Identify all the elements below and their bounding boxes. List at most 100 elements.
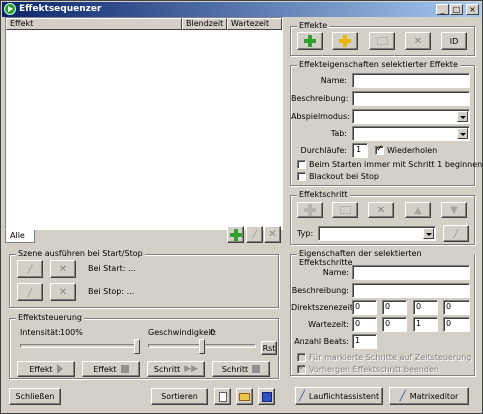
repeat-checkbox[interactable] — [375, 144, 384, 155]
app-icon — [4, 3, 16, 15]
chevron-down-icon[interactable] — [457, 128, 468, 139]
fade-time-label: Direktszenezeit: — [291, 303, 356, 312]
delete-icon: ✕ — [58, 263, 68, 275]
effects-group: Effekte ✕ ID — [290, 21, 475, 56]
add-effect-icon — [304, 35, 316, 47]
fade-time-ms[interactable]: 0 — [443, 300, 470, 315]
move-step-down-button[interactable]: ▼ — [441, 202, 467, 218]
sort-button[interactable]: Sortieren — [151, 388, 208, 405]
time-control-label: Für markierte Schritte auf Zeitsteuerung — [309, 353, 472, 362]
edit-step-button[interactable] — [332, 202, 358, 218]
stop-icon — [252, 365, 261, 373]
delete-step-icon: ✕ — [376, 204, 386, 216]
arrow-down-icon: ▼ — [450, 204, 458, 216]
close-button[interactable]: × — [466, 4, 479, 15]
blackout-checkbox[interactable] — [297, 172, 306, 181]
effect-desc-input[interactable] — [352, 91, 470, 106]
start-clear-button[interactable]: ✕ — [50, 260, 76, 278]
step-type-select[interactable] — [318, 226, 436, 241]
maximize-button[interactable]: □ — [450, 4, 463, 15]
wait-time-m[interactable]: 0 — [382, 317, 407, 332]
play-icon — [56, 364, 63, 374]
fast-forward-icon: ▶▶ — [184, 364, 199, 374]
open-file-button[interactable] — [236, 388, 253, 405]
add-step-button[interactable] — [297, 202, 323, 218]
new-file-button[interactable] — [214, 388, 231, 405]
delete-icon: ✕ — [268, 229, 277, 240]
move-step-up-button[interactable]: ▲ — [405, 202, 431, 218]
runs-input[interactable]: 1 — [352, 143, 368, 158]
beats-input[interactable]: 1 — [352, 334, 377, 349]
title-bar[interactable]: Effektsequenzer _ □ × — [2, 2, 481, 17]
intensity-slider-track[interactable] — [20, 344, 140, 348]
restart-label: Beim Starten immer mit Schritt 1 beginne… — [309, 160, 483, 169]
start-edit-button[interactable]: ╱ — [17, 260, 43, 278]
tab-select[interactable] — [352, 126, 470, 141]
effect-name-input[interactable] — [352, 73, 470, 88]
edit-step-type-button[interactable]: ╱ — [443, 225, 469, 242]
save-file-button[interactable] — [258, 388, 275, 405]
save-icon — [261, 391, 272, 402]
chevron-down-icon[interactable] — [423, 228, 434, 239]
wand-icon: ╱ — [399, 390, 406, 402]
step-desc-input[interactable] — [352, 283, 470, 298]
column-blendzeit[interactable]: Blendzeit — [182, 18, 227, 30]
fade-time-s[interactable]: 0 — [413, 300, 438, 315]
step-name-input[interactable] — [352, 265, 470, 280]
stop-clear-button[interactable]: ✕ — [50, 283, 76, 301]
effect-stop-button[interactable]: Effekt — [82, 361, 140, 377]
pencil-icon: ╱ — [453, 229, 459, 238]
end-previous-checkbox[interactable] — [297, 363, 306, 374]
step-desc-label: Beschreibung: — [291, 286, 349, 295]
effect-step-title: Effektschritt — [297, 190, 350, 199]
stop-edit-button[interactable]: ╱ — [17, 283, 43, 301]
effect-id-button[interactable]: ID — [441, 32, 467, 50]
wait-time-label: Wartezeit: — [308, 320, 349, 329]
add-step-icon — [304, 204, 316, 216]
chaser-wizard-label: Lauflichtassistent — [308, 391, 380, 401]
step-stop-label: Schritt — [221, 364, 249, 374]
speed-slider-thumb[interactable] — [199, 339, 205, 354]
delete-effect-icon: ✕ — [413, 35, 423, 47]
intensity-slider-thumb[interactable] — [134, 339, 140, 354]
folder-icon — [239, 392, 250, 401]
delete-step-button[interactable]: ✕ — [368, 202, 394, 218]
step-forward-button[interactable]: Schritt ▶▶ — [147, 361, 205, 377]
step-type-label: Typ: — [297, 229, 314, 238]
effect-play-button[interactable]: Effekt — [17, 361, 75, 377]
effect-step-group: Effektschritt ✕ ▲ ▼ Typ: ╱ — [290, 190, 475, 245]
wait-time-ms[interactable]: 0 — [443, 317, 470, 332]
time-control-checkbox[interactable] — [297, 353, 306, 362]
reset-button[interactable]: Rst — [261, 341, 277, 355]
add-effect-button[interactable] — [297, 32, 323, 50]
wait-time-s[interactable]: 1 — [413, 317, 438, 332]
fade-time-m[interactable]: 0 — [382, 300, 407, 315]
close-dialog-button[interactable]: Schließen — [9, 388, 61, 405]
effect-props-group: Effekteigenschaften selektierter Effekte… — [290, 60, 482, 186]
column-effekt[interactable]: Effekt — [6, 18, 182, 30]
chevron-down-icon[interactable] — [457, 111, 468, 122]
effect-control-group: Effektsteuerung Intensität: 100% Geschwi… — [9, 313, 279, 379]
delete-effect-button[interactable]: ✕ — [405, 32, 431, 50]
chaser-wizard-button[interactable]: ╱ Lauflichtassistent — [295, 387, 383, 405]
tab-alle[interactable]: Alle — [5, 230, 35, 243]
step-stop-button[interactable]: Schritt — [212, 361, 270, 377]
add-tab-button[interactable] — [227, 226, 244, 243]
pencil-icon: ╱ — [252, 230, 257, 239]
matrix-editor-button[interactable]: ╱ Matrixeditor — [389, 387, 469, 405]
effect-list[interactable]: Effekt Blendzeit Wartezeit — [5, 17, 283, 230]
edit-effect-button[interactable] — [369, 32, 395, 50]
fade-time-h[interactable]: 0 — [352, 300, 377, 315]
start-scene-label: Bei Start: ... — [88, 264, 136, 273]
intensity-label: Intensität: — [20, 328, 61, 337]
minimize-button[interactable]: _ — [436, 4, 449, 15]
delete-tab-button[interactable]: ✕ — [264, 226, 281, 243]
copy-effect-button[interactable] — [332, 32, 358, 50]
edit-tab-button[interactable]: ╱ — [246, 226, 263, 243]
restart-checkbox[interactable] — [297, 160, 306, 169]
column-wartezeit[interactable]: Wartezeit — [227, 18, 282, 30]
beats-label: Anzahl Beats: — [294, 337, 349, 346]
pencil-icon: ╱ — [27, 264, 33, 274]
wait-time-h[interactable]: 0 — [352, 317, 377, 332]
play-mode-select[interactable] — [352, 109, 470, 124]
